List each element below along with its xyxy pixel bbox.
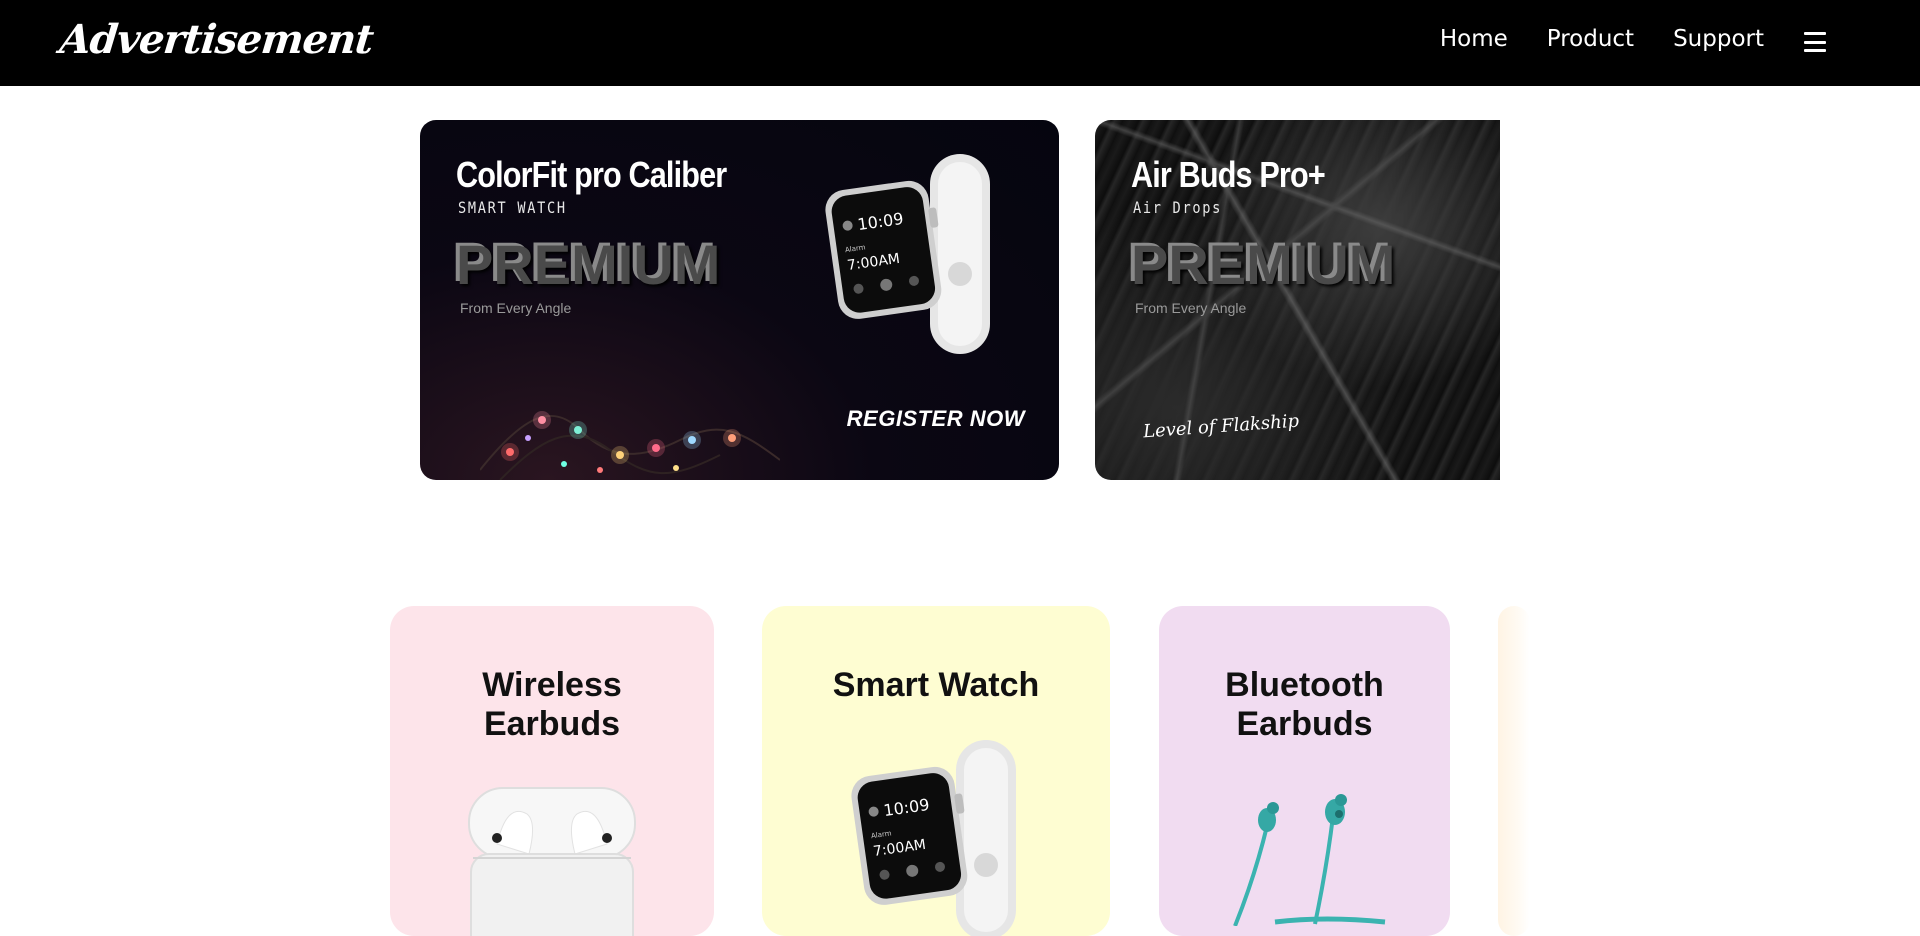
product-card-title: Smart Watch: [832, 666, 1040, 704]
airpods-case-image: [468, 787, 636, 936]
banner-headline: PREMIUM: [1131, 233, 1396, 296]
product-card-smart-watch[interactable]: Smart Watch 10:09 Alarm 7:00AM: [762, 606, 1110, 936]
product-card-bluetooth-earbuds[interactable]: Bluetooth Earbuds: [1159, 606, 1450, 936]
neckband-earbuds-image: [1232, 794, 1385, 926]
navbar: Advertisement Home Product Support: [0, 0, 1920, 86]
register-now-button[interactable]: REGISTER NOW: [847, 406, 1025, 432]
banner-colorfit[interactable]: ColorFit pro Caliber SMART WATCH PREMIUM…: [420, 120, 1059, 480]
fairy-lights-decoration: [480, 411, 780, 480]
product-card-title: Wireless Earbuds: [482, 666, 622, 743]
banner-tagline: From Every Angle: [460, 300, 572, 316]
banner-title: ColorFit pro Caliber: [456, 154, 727, 195]
product-card-partial[interactable]: [1498, 606, 1530, 936]
smartwatch-image: 10:09 Alarm 7:00AM: [851, 740, 1016, 936]
banner-tagline: From Every Angle: [1135, 300, 1247, 316]
nav-link-home[interactable]: Home: [1440, 26, 1508, 52]
nav-link-support[interactable]: Support: [1673, 26, 1764, 52]
brand-logo[interactable]: Advertisement: [58, 16, 376, 63]
product-card-wireless-earbuds[interactable]: Wireless Earbuds: [390, 606, 714, 936]
nav-links: Home Product Support: [1440, 26, 1764, 52]
product-card-title: Bluetooth Earbuds: [1225, 666, 1384, 743]
banner-airbuds[interactable]: Air Buds Pro+ Air Drops PREMIUM From Eve…: [1095, 120, 1500, 480]
banner-title: Air Buds Pro+: [1131, 154, 1326, 195]
smartwatch-image: 10:09 Alarm 7:00AM: [825, 154, 990, 354]
nav-link-product[interactable]: Product: [1547, 26, 1634, 52]
banner-subtitle: Air Drops: [1133, 198, 1222, 217]
hamburger-icon[interactable]: [1804, 32, 1826, 52]
banner-headline: PREMIUM: [456, 233, 721, 296]
banner-subtitle: SMART WATCH: [458, 198, 567, 217]
